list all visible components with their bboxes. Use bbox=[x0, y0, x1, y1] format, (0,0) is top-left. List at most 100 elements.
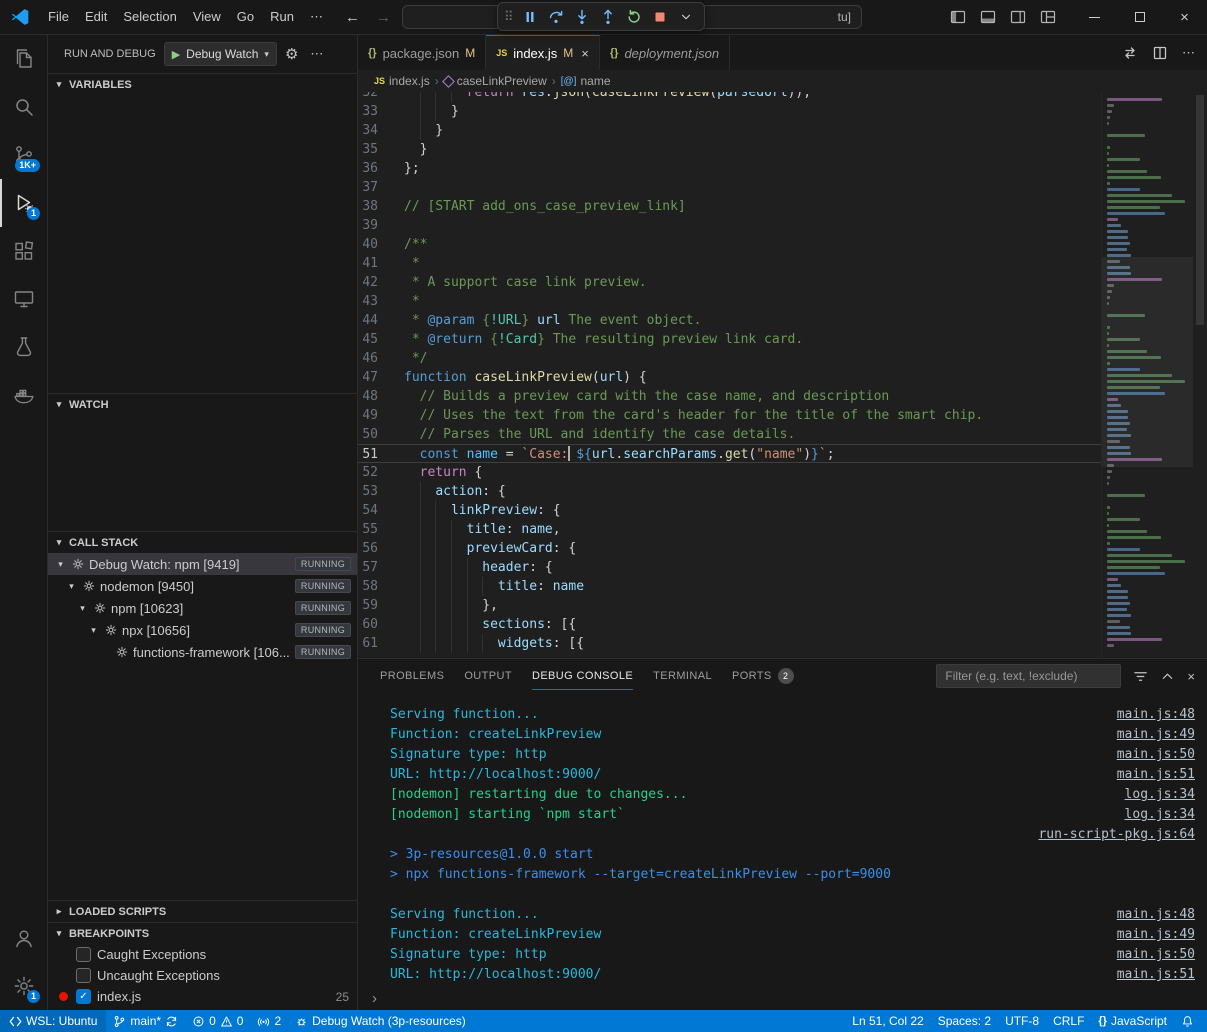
breadcrumb-symbol-field[interactable]: name bbox=[561, 74, 611, 88]
code-editor[interactable]: 32 return res.json(caseLinkPreview(parse… bbox=[358, 92, 1207, 658]
views-more-icon[interactable]: ⋯ bbox=[306, 46, 327, 62]
code-line[interactable]: 37 bbox=[358, 178, 1101, 197]
call-stack-item[interactable]: npx [10656] RUNNING bbox=[48, 619, 357, 641]
problems-status[interactable]: 0 0 bbox=[185, 1010, 250, 1032]
code-line[interactable]: 58 title: name bbox=[358, 577, 1101, 596]
line-number[interactable]: 58 bbox=[358, 577, 404, 596]
code-line[interactable]: 36 }; bbox=[358, 159, 1101, 178]
nav-forward-icon[interactable]: → bbox=[376, 9, 391, 26]
console-source-link[interactable]: main.js:50 bbox=[1117, 945, 1195, 965]
line-number[interactable]: 56 bbox=[358, 539, 404, 558]
line-number[interactable]: 32 bbox=[358, 92, 404, 102]
docker-icon[interactable] bbox=[0, 371, 47, 419]
editor-more-actions-icon[interactable]: ⋯ bbox=[1182, 45, 1195, 61]
watch-section-header[interactable]: WATCH bbox=[48, 393, 357, 415]
console-filter-input[interactable] bbox=[936, 664, 1121, 688]
code-line[interactable]: 34 } bbox=[358, 121, 1101, 140]
maximize-panel-icon[interactable] bbox=[1160, 669, 1175, 684]
line-number[interactable]: 51 bbox=[358, 445, 404, 462]
code-line[interactable]: 56 previewCard: { bbox=[358, 539, 1101, 558]
panel-tab-output[interactable]: OUTPUT bbox=[454, 659, 522, 693]
console-source-link[interactable]: run-script-pkg.js:64 bbox=[1038, 825, 1195, 845]
line-number[interactable]: 52 bbox=[358, 463, 404, 482]
line-number[interactable]: 40 bbox=[358, 235, 404, 254]
debug-start-icon[interactable]: ▶ bbox=[172, 48, 180, 61]
accounts-icon[interactable] bbox=[0, 914, 47, 962]
stop-icon[interactable] bbox=[648, 4, 673, 29]
nav-back-icon[interactable]: ← bbox=[345, 9, 360, 26]
breadcrumb-file[interactable]: index.js bbox=[374, 74, 430, 88]
line-number[interactable]: 44 bbox=[358, 311, 404, 330]
call-stack-item[interactable]: functions-framework [106... RUNNING bbox=[48, 641, 357, 663]
code-line[interactable]: 46 */ bbox=[358, 349, 1101, 368]
menu-file[interactable]: File bbox=[40, 5, 77, 29]
minimap-slider[interactable] bbox=[1102, 257, 1193, 467]
filter-icon[interactable] bbox=[1133, 669, 1148, 684]
ports-status[interactable]: 2 bbox=[250, 1010, 288, 1032]
console-source-link[interactable]: log.js:34 bbox=[1125, 805, 1195, 825]
line-number[interactable]: 43 bbox=[358, 292, 404, 311]
notifications-bell[interactable] bbox=[1174, 1010, 1201, 1032]
chevron-down-icon[interactable] bbox=[65, 581, 78, 592]
step-into-icon[interactable] bbox=[570, 4, 595, 29]
panel-tab-problems[interactable]: PROBLEMS bbox=[370, 659, 454, 693]
tab-package-json[interactable]: package.json M bbox=[358, 35, 486, 70]
code-line[interactable]: 32 return res.json(caseLinkPreview(parse… bbox=[358, 92, 1101, 102]
chevron-down-icon[interactable] bbox=[87, 625, 100, 636]
close-panel-icon[interactable]: × bbox=[1187, 669, 1195, 684]
code-line[interactable]: 55 title: name, bbox=[358, 520, 1101, 539]
eol-status[interactable]: CRLF bbox=[1046, 1010, 1091, 1032]
step-over-icon[interactable] bbox=[544, 4, 569, 29]
line-number[interactable]: 37 bbox=[358, 178, 404, 197]
call-stack-item[interactable]: npm [10623] RUNNING bbox=[48, 597, 357, 619]
menu-edit[interactable]: Edit bbox=[77, 5, 115, 29]
menu-selection[interactable]: Selection bbox=[115, 5, 184, 29]
breakpoint-row[interactable]: Uncaught Exceptions bbox=[48, 965, 357, 986]
source-control-icon[interactable]: 1K+ bbox=[0, 131, 47, 179]
line-number[interactable]: 41 bbox=[358, 254, 404, 273]
chevron-down-icon[interactable] bbox=[54, 559, 67, 570]
line-number[interactable]: 54 bbox=[358, 501, 404, 520]
menu-run[interactable]: Run bbox=[262, 5, 302, 29]
code-line[interactable]: 39 bbox=[358, 216, 1101, 235]
cursor-position-status[interactable]: Ln 51, Col 22 bbox=[845, 1010, 930, 1032]
menu-overflow[interactable]: ⋯ bbox=[302, 9, 331, 25]
indentation-status[interactable]: Spaces: 2 bbox=[931, 1010, 998, 1032]
console-source-link[interactable]: main.js:50 bbox=[1117, 745, 1195, 765]
line-number[interactable]: 48 bbox=[358, 387, 404, 406]
console-source-link[interactable]: log.js:34 bbox=[1125, 785, 1195, 805]
open-changes-icon[interactable] bbox=[1122, 45, 1138, 61]
minimap[interactable] bbox=[1101, 92, 1193, 658]
code-line[interactable]: 45 * @return {!Card} The resulting previ… bbox=[358, 330, 1101, 349]
code-line[interactable]: 38 // [START add_ons_case_preview_link] bbox=[358, 197, 1101, 216]
breakpoint-row[interactable]: index.js 25 bbox=[48, 986, 357, 1007]
code-line[interactable]: 57 header: { bbox=[358, 558, 1101, 577]
line-number[interactable]: 53 bbox=[358, 482, 404, 501]
remote-indicator[interactable]: WSL: Ubuntu bbox=[0, 1010, 106, 1032]
debug-console-input[interactable]: › bbox=[358, 986, 1207, 1010]
line-number[interactable]: 55 bbox=[358, 520, 404, 539]
console-source-link[interactable]: main.js:51 bbox=[1117, 765, 1195, 785]
call-stack-section-header[interactable]: CALL STACK bbox=[48, 531, 357, 553]
console-source-link[interactable]: main.js:49 bbox=[1117, 725, 1195, 745]
launch-config-dropdown[interactable]: ▶ Debug Watch ▾ bbox=[164, 42, 277, 66]
pause-icon[interactable] bbox=[518, 4, 543, 29]
toggle-sidebar-icon[interactable] bbox=[950, 9, 966, 25]
line-number[interactable]: 39 bbox=[358, 216, 404, 235]
code-line[interactable]: 52 return { bbox=[358, 463, 1101, 482]
configure-gear-icon[interactable]: ⚙ bbox=[285, 45, 298, 63]
menu-go[interactable]: Go bbox=[229, 5, 262, 29]
testing-icon[interactable] bbox=[0, 323, 47, 371]
chevron-down-icon[interactable] bbox=[76, 603, 89, 614]
line-number[interactable]: 34 bbox=[358, 121, 404, 140]
code-line[interactable]: 59 }, bbox=[358, 596, 1101, 615]
minimize-button[interactable] bbox=[1072, 0, 1117, 34]
breakpoint-checkbox[interactable] bbox=[76, 968, 91, 983]
call-stack-item[interactable]: Debug Watch: npm [9419] RUNNING bbox=[48, 553, 357, 575]
code-line[interactable]: 35 } bbox=[358, 140, 1101, 159]
code-line[interactable]: 51 const name = `Case: ${url.searchParam… bbox=[358, 444, 1101, 463]
code-line[interactable]: 49 // Uses the text from the card's head… bbox=[358, 406, 1101, 425]
maximize-button[interactable] bbox=[1117, 0, 1162, 34]
code-line[interactable]: 42 * A support case link preview. bbox=[358, 273, 1101, 292]
panel-tab-ports[interactable]: PORTS 2 bbox=[722, 659, 804, 693]
